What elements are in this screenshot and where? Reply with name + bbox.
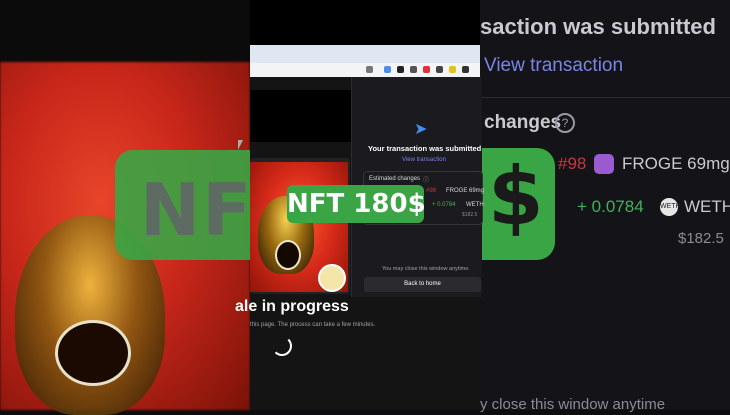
mouse-cursor-icon: [238, 140, 248, 150]
question-circle-icon: ?: [555, 113, 575, 133]
right-zoom-changes-label: changes: [484, 112, 562, 133]
bookmark-star-icon[interactable]: [366, 66, 373, 73]
right-zoom-amount: + 0.0784: [577, 197, 644, 216]
extension-icon[interactable]: [423, 66, 430, 73]
nft-collection-icon: [594, 154, 614, 174]
right-zoom-close-note: y close this window anytime: [480, 396, 666, 413]
browser-toolbar: [250, 63, 480, 77]
left-zoom-ape-mouth: [55, 320, 131, 386]
right-zoom-usd-value: $182.5: [678, 230, 724, 247]
estimated-changes-label: Estimated changes: [369, 176, 421, 182]
view-transaction-link[interactable]: View transaction: [402, 157, 446, 163]
sale-status-subtitle: this page. The process can take a few mi…: [250, 322, 376, 328]
right-zoom-title: saction was submitted: [480, 14, 716, 39]
loading-spinner-icon: [272, 336, 292, 356]
extension-icon[interactable]: [462, 66, 469, 73]
browser-tab-bar: [250, 45, 480, 63]
extension-icon[interactable]: [397, 66, 404, 73]
right-zoom-token-id: #98: [558, 154, 587, 173]
collection-avatar: [318, 264, 346, 292]
right-zoom-token-name: FROGE 69mg: [622, 154, 730, 173]
extension-icon[interactable]: [384, 66, 391, 73]
token-name: FROGE 69mg: [446, 188, 485, 194]
extension-icon[interactable]: [410, 66, 417, 73]
nft-ape-mouth: [275, 240, 301, 270]
received-usd-value: $182.5: [462, 212, 478, 218]
page-header-area: [250, 90, 351, 142]
right-zoom-view-link: View transaction: [484, 55, 624, 76]
right-zoom-dollar-glyph: $: [488, 150, 544, 243]
token-id: #98: [426, 188, 437, 194]
close-window-note: You may close this window anytime.: [382, 266, 470, 272]
question-circle-icon[interactable]: ⓘ: [423, 175, 429, 184]
right-zoom-amount-token: WETH: [684, 197, 730, 216]
extension-icon[interactable]: [436, 66, 443, 73]
received-amount: + 0.0784: [432, 202, 456, 208]
received-token: WETH: [466, 202, 484, 208]
sale-status-title: ale in progress: [235, 298, 349, 315]
transaction-submitted-title: Your transaction was submitted: [368, 144, 482, 153]
price-caption-overlay: NFT 180$: [287, 185, 426, 223]
paper-plane-icon: ➤: [414, 121, 428, 138]
left-zoom-caption-text: NF: [140, 168, 254, 252]
weth-icon: WETH: [660, 198, 681, 216]
right-zoom-divider: [480, 97, 730, 98]
back-to-home-button[interactable]: Back to home: [364, 277, 481, 292]
extension-icon[interactable]: [449, 66, 456, 73]
